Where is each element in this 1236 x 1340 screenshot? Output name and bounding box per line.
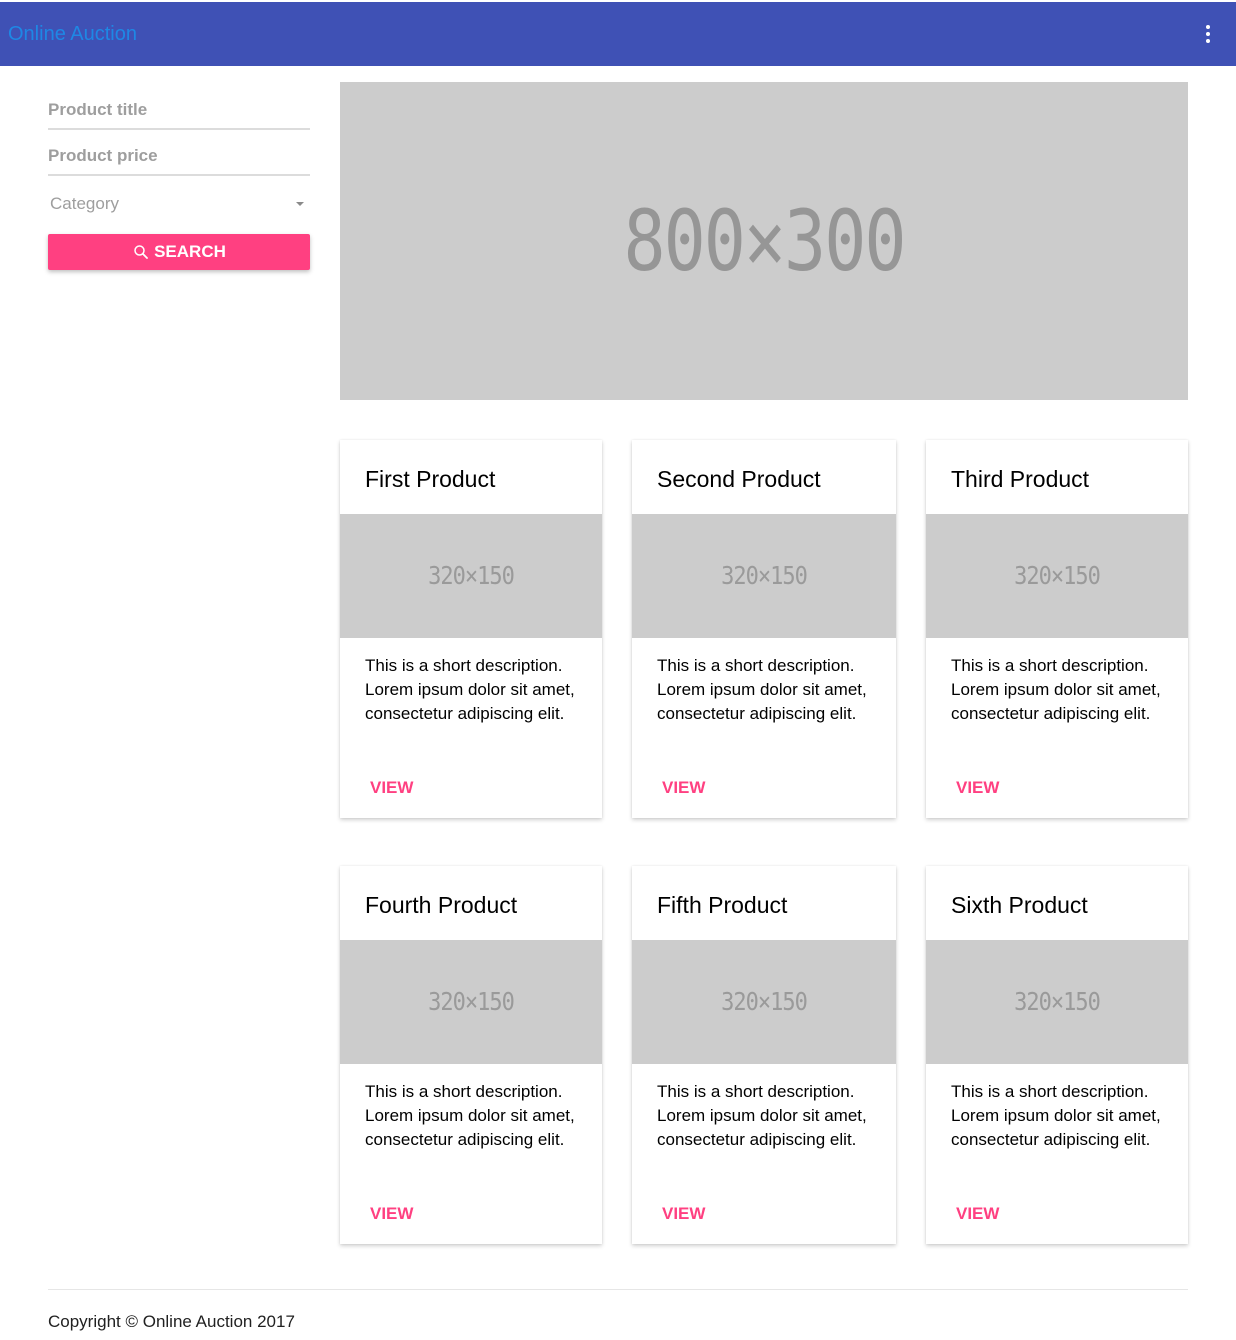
menu-dot <box>1206 39 1210 43</box>
product-image: 320×150 <box>926 940 1188 1064</box>
menu-dot <box>1206 25 1210 29</box>
app-title[interactable]: Online Auction <box>8 23 137 46</box>
product-title: Sixth Product <box>951 892 1088 918</box>
product-card: Sixth Product 320×150 This is a short de… <box>926 866 1188 1244</box>
chevron-down-icon <box>296 202 304 206</box>
product-price-field <box>48 128 310 176</box>
product-image-placeholder: 320×150 <box>1014 561 1101 591</box>
product-image: 320×150 <box>340 514 602 638</box>
view-button[interactable]: VIEW <box>948 1204 1007 1224</box>
category-select-value: Category <box>50 194 119 213</box>
product-card: Second Product 320×150 This is a short d… <box>632 440 896 818</box>
view-button[interactable]: VIEW <box>362 778 421 798</box>
product-card: Third Product 320×150 This is a short de… <box>926 440 1188 818</box>
product-title: Fifth Product <box>657 892 788 918</box>
search-button-label: SEARCH <box>154 242 226 261</box>
product-image: 320×150 <box>340 940 602 1064</box>
product-price-input[interactable] <box>48 128 310 176</box>
product-image: 320×150 <box>632 940 896 1064</box>
product-image: 320×150 <box>926 514 1188 638</box>
hero-placeholder-text: 800×300 <box>623 191 906 291</box>
product-image-placeholder: 320×150 <box>428 561 515 591</box>
footer-divider <box>48 1289 1188 1290</box>
product-description: This is a short description. Lorem ipsum… <box>951 1082 1161 1149</box>
product-title-input[interactable] <box>48 82 310 130</box>
hero-banner: 800×300 <box>340 82 1188 400</box>
product-title: First Product <box>365 466 496 492</box>
more-vert-icon[interactable] <box>1196 22 1220 46</box>
product-description: This is a short description. Lorem ipsum… <box>657 1082 867 1149</box>
category-select[interactable]: Category <box>48 174 310 222</box>
menu-dot <box>1206 32 1210 36</box>
product-card: First Product 320×150 This is a short de… <box>340 440 602 818</box>
search-button[interactable]: SEARCH <box>48 234 310 270</box>
search-form: Category SEARCH <box>48 82 310 270</box>
footer-copyright: Copyright © Online Auction 2017 <box>48 1312 295 1331</box>
product-title-field <box>48 82 310 130</box>
product-image: 320×150 <box>632 514 896 638</box>
view-button[interactable]: VIEW <box>948 778 1007 798</box>
view-button[interactable]: VIEW <box>654 1204 713 1224</box>
search-icon <box>134 245 148 259</box>
product-title: Fourth Product <box>365 892 518 918</box>
product-image-placeholder: 320×150 <box>428 987 515 1017</box>
product-description: This is a short description. Lorem ipsum… <box>365 1082 575 1149</box>
product-image-placeholder: 320×150 <box>721 987 808 1017</box>
product-card: Fifth Product 320×150 This is a short de… <box>632 866 896 1244</box>
view-button[interactable]: VIEW <box>362 1204 421 1224</box>
product-description: This is a short description. Lorem ipsum… <box>365 656 575 723</box>
product-description: This is a short description. Lorem ipsum… <box>657 656 867 723</box>
view-button[interactable]: VIEW <box>654 778 713 798</box>
app-toolbar: Online Auction <box>0 2 1236 66</box>
product-description: This is a short description. Lorem ipsum… <box>951 656 1161 723</box>
product-image-placeholder: 320×150 <box>721 561 808 591</box>
product-image-placeholder: 320×150 <box>1014 987 1101 1017</box>
product-card: Fourth Product 320×150 This is a short d… <box>340 866 602 1244</box>
product-title: Third Product <box>951 466 1090 492</box>
product-title: Second Product <box>657 466 821 492</box>
